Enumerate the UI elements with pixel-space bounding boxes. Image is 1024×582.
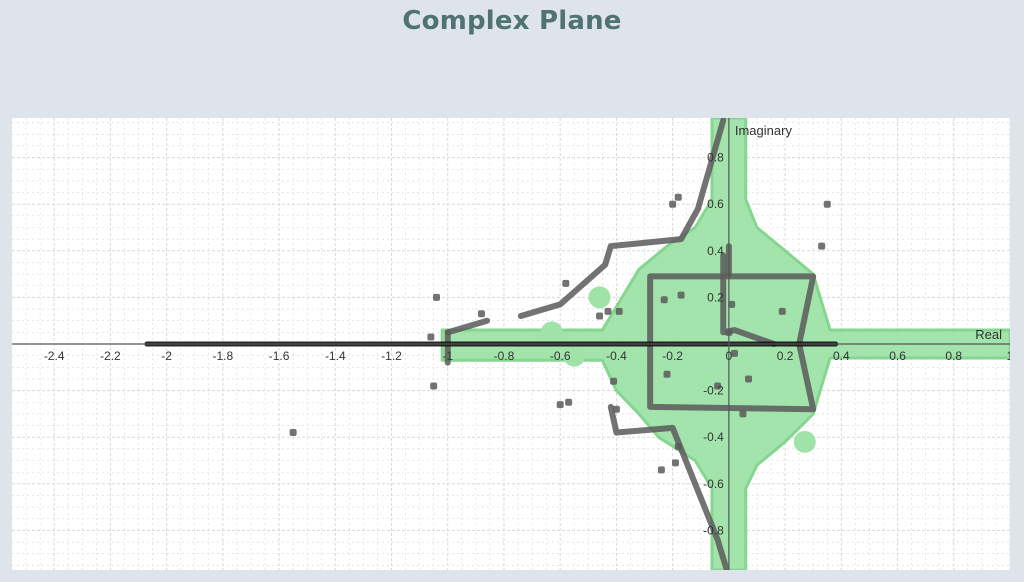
- plot-svg: -2.4 -2.2 -2 -1.8 -1.6 -1.4 -1.2 -1 -0.8 -0.6 -0.4…: [12, 118, 1010, 570]
- data-point: [604, 307, 612, 315]
- x-tick-label: 0: [726, 349, 733, 363]
- complex-plane-chart[interactable]: -2.4 -2.2 -2 -1.8 -1.6 -1.4 -1.2 -1 -0.8 -0.6 -0.4…: [12, 118, 1010, 570]
- data-point: [823, 200, 831, 208]
- y-tick-label: -0.6: [703, 477, 724, 491]
- y-tick-label: 0.2: [707, 290, 724, 304]
- data-point: [778, 307, 786, 315]
- data-point: [562, 279, 570, 287]
- region-blob: [793, 430, 816, 453]
- data-point: [674, 193, 682, 201]
- x-tick-label: -1.6: [269, 349, 290, 363]
- x-tick-label: 0.2: [777, 349, 794, 363]
- data-point: [669, 200, 677, 208]
- y-tick-label: 0.6: [707, 197, 724, 211]
- x-tick-label: 0.6: [889, 349, 906, 363]
- y-tick-label: 0.8: [707, 151, 724, 165]
- data-point: [430, 382, 438, 390]
- data-point: [610, 377, 618, 385]
- region-blob: [588, 286, 611, 309]
- x-tick-label: 0.8: [945, 349, 962, 363]
- x-tick-label: -2.4: [44, 349, 65, 363]
- x-tick-label: -0.4: [606, 349, 627, 363]
- data-point: [565, 398, 573, 406]
- data-point: [612, 405, 620, 413]
- data-point: [477, 310, 485, 318]
- data-point: [818, 242, 826, 250]
- data-point: [677, 291, 685, 299]
- x-tick-label: -1.2: [381, 349, 402, 363]
- data-point: [556, 401, 564, 409]
- x-tick-label: -1.8: [213, 349, 234, 363]
- region-blob: [540, 321, 563, 344]
- data-point: [725, 328, 733, 336]
- data-point: [671, 459, 679, 467]
- data-point: [663, 370, 671, 378]
- data-point: [289, 429, 297, 437]
- data-point: [657, 466, 665, 474]
- x-tick-label: -0.2: [662, 349, 683, 363]
- axes: [12, 118, 1010, 570]
- y-tick-label: -0.8: [703, 523, 724, 537]
- x-tick-label: -2: [161, 349, 172, 363]
- data-point: [433, 293, 441, 301]
- x-tick-label: -2.2: [100, 349, 121, 363]
- x-tick-label: -1.4: [325, 349, 346, 363]
- data-point: [427, 333, 435, 341]
- x-tick-label: -1: [442, 349, 453, 363]
- y-tick-label: 0.4: [707, 244, 724, 258]
- data-point: [660, 296, 668, 304]
- y-tick-label: -0.4: [703, 430, 724, 444]
- data-point: [739, 410, 747, 418]
- x-tick-label: 0.4: [833, 349, 850, 363]
- x-tick-label: 1: [1007, 349, 1010, 363]
- data-point: [615, 307, 623, 315]
- page-title: Complex Plane: [402, 6, 622, 36]
- data-point: [728, 300, 736, 308]
- x-axis-label: Real: [975, 327, 1002, 342]
- y-axis-label: Imaginary: [735, 123, 793, 138]
- y-tick-label: -0.2: [703, 384, 724, 398]
- x-tick-label: -0.6: [550, 349, 571, 363]
- data-point: [745, 375, 753, 383]
- data-point: [674, 443, 682, 451]
- data-point: [596, 312, 604, 320]
- x-tick-label: -0.8: [494, 349, 515, 363]
